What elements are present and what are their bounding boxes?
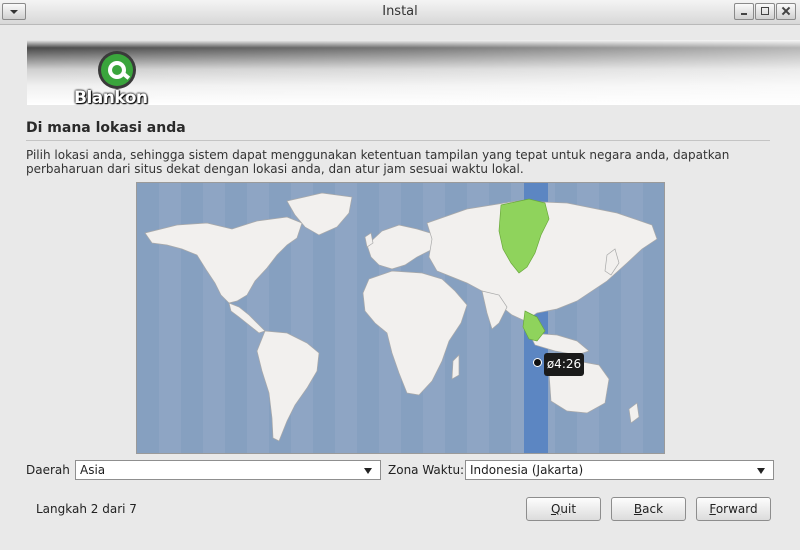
region-combobox[interactable]: Asia [75, 460, 381, 480]
timezone-label: Zona Waktu: [388, 463, 465, 477]
divider [26, 140, 770, 141]
region-value: Asia [80, 463, 106, 477]
title-bar: Instal [0, 0, 800, 25]
region-label: Daerah [26, 463, 70, 477]
window-title: Instal [382, 4, 418, 19]
logo-text: Blankon [74, 88, 148, 108]
window-controls [734, 3, 796, 20]
chevron-down-icon [757, 468, 765, 474]
location-marker[interactable] [533, 358, 542, 367]
timezone-combobox[interactable]: Indonesia (Jakarta) [465, 460, 774, 480]
world-map[interactable] [136, 182, 665, 454]
page-title: Di mana lokasi anda [26, 120, 186, 136]
time-tooltip: ø4:26 [544, 353, 584, 376]
quit-button[interactable]: Quit [526, 497, 601, 521]
maximize-button[interactable] [755, 3, 775, 20]
page-description: Pilih lokasi anda, sehingga sistem dapat… [26, 148, 730, 176]
close-button[interactable] [776, 3, 796, 20]
minimize-button[interactable] [734, 3, 754, 20]
timezone-value: Indonesia (Jakarta) [470, 463, 584, 477]
forward-button[interactable]: Forward [696, 497, 771, 521]
step-indicator: Langkah 2 dari 7 [36, 502, 137, 516]
back-button[interactable]: Back [611, 497, 686, 521]
chevron-down-icon [364, 468, 372, 474]
